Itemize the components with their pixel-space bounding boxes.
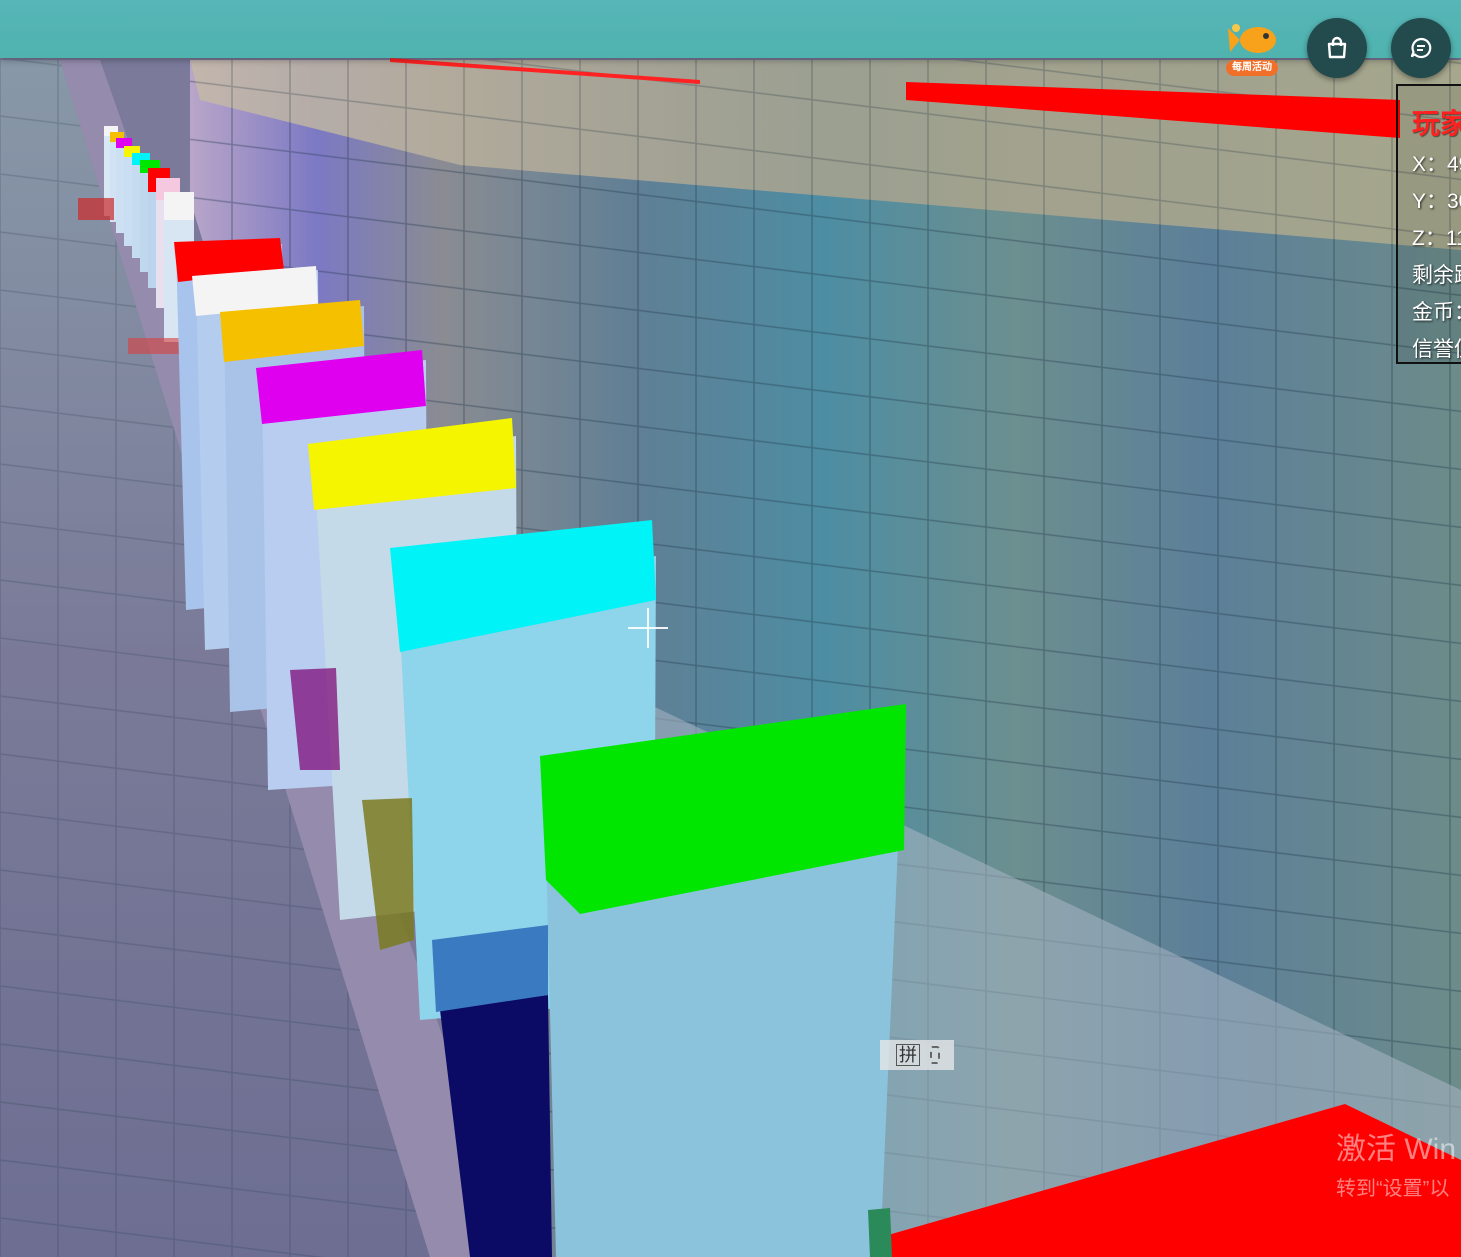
weekly-event-button[interactable]: 每周活动 (1224, 20, 1282, 78)
watermark-line1: 激活 Win (1336, 1133, 1456, 1166)
player-info-panel: 玩家 X：49 Y：30 Z：11 剩余距 金币： 信誉值 (1396, 84, 1461, 364)
shop-button[interactable] (1307, 18, 1367, 78)
remaining-distance: 剩余距 (1412, 264, 1461, 287)
coord-x: X：49 (1412, 153, 1461, 176)
windows-activation-watermark: 激活 Win 转到“设置”以 (1336, 1124, 1456, 1201)
ime-grip-icon[interactable] (930, 1046, 940, 1064)
coord-y: Y：30 (1412, 190, 1461, 213)
goldfish-icon (1228, 24, 1276, 53)
coins: 金币： (1412, 301, 1461, 324)
coord-z: Z：11 (1412, 227, 1461, 250)
player-info-title: 玩家 (1412, 108, 1461, 139)
weekly-event-label: 每周活动 (1226, 60, 1278, 76)
shopping-bag-icon (1327, 36, 1347, 59)
pillar-green (540, 704, 906, 1257)
watermark-line2: 转到“设置”以 (1336, 1178, 1450, 1200)
chat-bubble-icon (1410, 37, 1432, 59)
ime-mode[interactable]: 拼 (896, 1044, 920, 1066)
chat-button[interactable] (1391, 18, 1451, 78)
ime-toolbar[interactable]: 拼 (880, 1040, 954, 1070)
reputation: 信誉值 (1412, 338, 1461, 361)
game-viewport[interactable] (0, 0, 1461, 1257)
